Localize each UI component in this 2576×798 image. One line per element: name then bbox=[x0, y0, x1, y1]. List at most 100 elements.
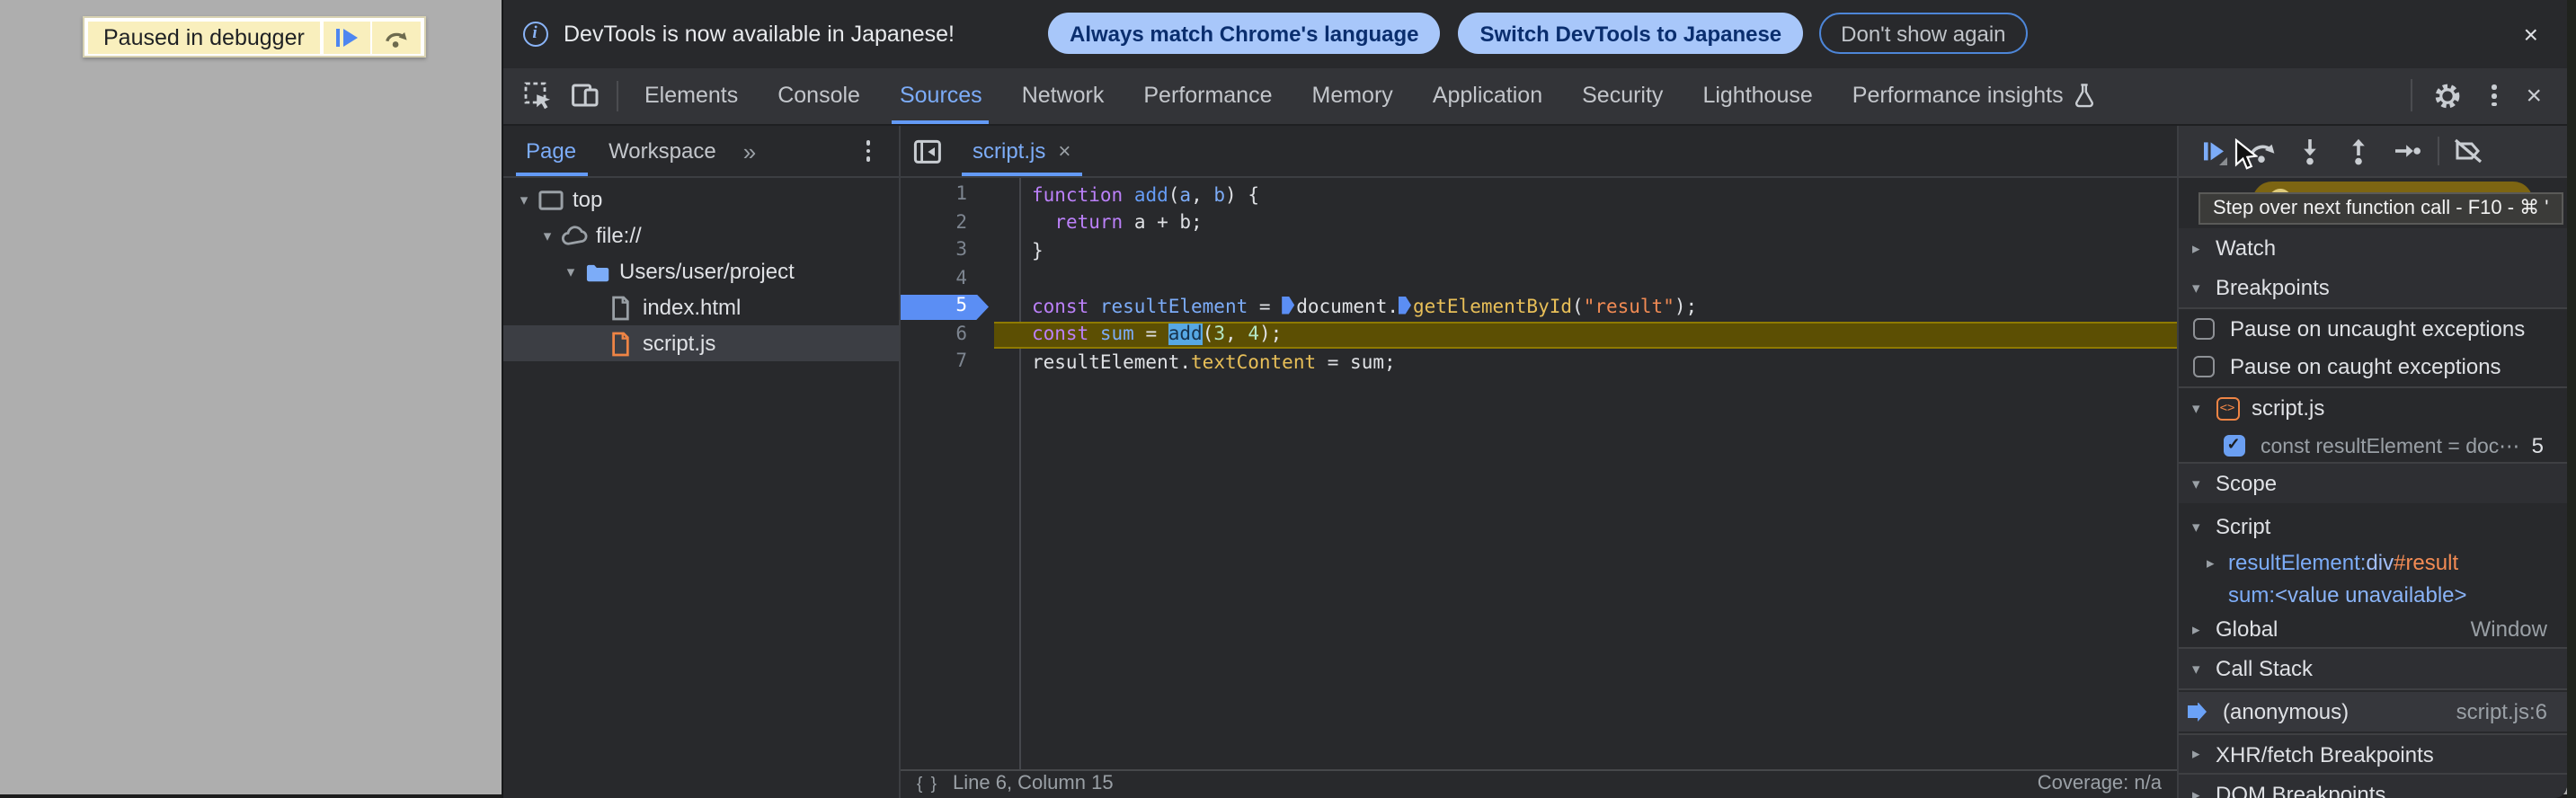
line-gutter[interactable]: 6 bbox=[901, 321, 1019, 349]
resume-button[interactable] bbox=[2189, 131, 2237, 171]
pause-option[interactable]: Pause on uncaught exceptions bbox=[2178, 309, 2567, 347]
infobar-action-button[interactable]: Always match Chrome's language bbox=[1048, 13, 1441, 55]
device-toolbar-button[interactable] bbox=[562, 67, 608, 124]
breakpoint-checkbox[interactable]: ✓ bbox=[2223, 434, 2244, 456]
line-source: resultElement.textContent = sum; bbox=[1019, 352, 1396, 374]
deactivate-breakpoints-button[interactable] bbox=[2444, 131, 2492, 171]
infobar-close-icon[interactable]: × bbox=[2517, 18, 2545, 50]
tree-item-top[interactable]: ▾ top bbox=[502, 182, 899, 217]
inspect-element-button[interactable] bbox=[515, 67, 562, 124]
expander-down-icon[interactable]: ▾ bbox=[513, 190, 535, 209]
pretty-print-icon[interactable]: { } bbox=[917, 775, 938, 794]
dont-show-again-button[interactable]: Don't show again bbox=[1819, 13, 2028, 55]
tab-workspace[interactable]: Workspace bbox=[592, 126, 733, 176]
code-line-1[interactable]: 1 function add(a, b) { bbox=[901, 182, 2176, 209]
breakpoint-marker[interactable] bbox=[901, 294, 989, 320]
section-dom-breakpoints[interactable]: ▸ DOM Breakpoints bbox=[2178, 775, 2567, 798]
inline-breakpoint-widget-icon[interactable] bbox=[1282, 296, 1295, 315]
divider bbox=[2178, 688, 2567, 690]
section-call-stack[interactable]: ▾ Call Stack bbox=[2178, 649, 2567, 688]
call-stack-frame[interactable]: (anonymous) script.js:6 bbox=[2178, 692, 2567, 732]
tab-network[interactable]: Network bbox=[1002, 67, 1124, 124]
breakpoint-group-scriptjs[interactable]: ▾ <> script.js bbox=[2178, 388, 2567, 428]
step-out-button[interactable] bbox=[2334, 131, 2383, 171]
line-gutter[interactable]: 7 bbox=[901, 349, 1019, 377]
code-line-4[interactable]: 4 bbox=[901, 265, 2176, 293]
scope-script-section[interactable]: ▾ Script bbox=[2178, 507, 2567, 546]
tab-performance-insights[interactable]: Performance insights bbox=[1833, 67, 2114, 124]
pause-option-checkbox[interactable] bbox=[2192, 317, 2214, 339]
editor-tab-close-icon[interactable]: × bbox=[1058, 138, 1070, 164]
section-xhr-breakpoints[interactable]: ▸ XHR/fetch Breakpoints bbox=[2178, 735, 2567, 773]
tree-item-script-js[interactable]: script.js bbox=[502, 325, 899, 361]
chevron-right-icon: ▸ bbox=[2192, 785, 2200, 798]
tab-security[interactable]: Security bbox=[1562, 67, 1683, 124]
settings-gear-icon[interactable] bbox=[2423, 81, 2470, 111]
tab-console[interactable]: Console bbox=[758, 67, 880, 124]
inline-breakpoint-widget-icon[interactable] bbox=[1399, 296, 1411, 315]
token-keyword: return bbox=[1054, 212, 1134, 235]
expander-down-icon[interactable]: ▾ bbox=[560, 262, 582, 281]
editor-tab-scriptjs[interactable]: script.js × bbox=[955, 126, 1088, 176]
expander-down-icon[interactable]: ▾ bbox=[537, 226, 558, 245]
debugger-sidebar: ▸ Watch ▾ Breakpoints Pause on uncaught … bbox=[2176, 126, 2567, 798]
watch-label: Watch bbox=[2216, 235, 2277, 261]
code-line-3[interactable]: 3} bbox=[901, 237, 2176, 265]
toggle-navigator-icon[interactable] bbox=[901, 126, 955, 176]
devtools-window: i DevTools is now available in Japanese!… bbox=[501, 0, 2567, 798]
scope-global-section[interactable]: ▸ Global Window bbox=[2178, 611, 2567, 647]
tab-elements[interactable]: Elements bbox=[625, 67, 758, 124]
line-gutter[interactable]: 4 bbox=[901, 265, 1019, 293]
section-watch[interactable]: ▸ Watch bbox=[2178, 228, 2567, 268]
code-line-2[interactable]: 2 return a + b; bbox=[901, 209, 2176, 237]
tab-sources[interactable]: Sources bbox=[880, 67, 1002, 124]
code-line-5[interactable]: 5 const resultElement = document. getEleme… bbox=[901, 293, 2176, 321]
variable-value-node-tag: div bbox=[2366, 550, 2394, 575]
devtools-close-icon[interactable]: × bbox=[2517, 83, 2551, 110]
more-options-kebab-icon[interactable] bbox=[2477, 82, 2509, 111]
step-button[interactable] bbox=[2383, 131, 2431, 171]
scope-label: Scope bbox=[2216, 471, 2278, 496]
step-over-toast-button[interactable] bbox=[372, 21, 422, 53]
tree-item-index-html[interactable]: index.html bbox=[502, 289, 899, 325]
tab-memory[interactable]: Memory bbox=[1292, 67, 1413, 124]
scope-variable-sum[interactable]: sum: <value unavailable> bbox=[2178, 579, 2567, 611]
infobar-action-button[interactable]: Switch DevTools to Japanese bbox=[1458, 13, 1804, 55]
chevron-down-icon: ▾ bbox=[2192, 659, 2200, 677]
pause-option-label: Pause on caught exceptions bbox=[2230, 353, 2501, 378]
navigator-more-options-icon[interactable] bbox=[852, 137, 884, 165]
breakpoint-entry[interactable]: ✓ const resultElement = doc⋯ 5 bbox=[2178, 428, 2567, 462]
step-into-button[interactable] bbox=[2286, 131, 2334, 171]
section-scope[interactable]: ▾ Scope bbox=[2178, 464, 2567, 503]
tab-lighthouse[interactable]: Lighthouse bbox=[1683, 67, 1832, 124]
section-breakpoints[interactable]: ▾ Breakpoints bbox=[2178, 268, 2567, 307]
pause-option-checkbox[interactable] bbox=[2192, 355, 2214, 377]
line-gutter[interactable]: 5 bbox=[901, 293, 1019, 321]
tree-item-label: index.html bbox=[643, 295, 742, 320]
token-plain: a + b; bbox=[1133, 212, 1203, 235]
line-gutter[interactable]: 2 bbox=[901, 209, 1019, 237]
tree-item-file-[interactable]: ▾ file:// bbox=[502, 217, 899, 253]
token-plain: document. bbox=[1296, 296, 1399, 318]
more-tabs-chevron[interactable]: » bbox=[733, 126, 767, 176]
variable-value-unavail: <value unavailable> bbox=[2275, 582, 2467, 607]
paused-toast-label-segment: Paused in debugger bbox=[87, 21, 321, 53]
expander-right-icon[interactable]: ▸ bbox=[2207, 553, 2228, 572]
tab-label: Network bbox=[1021, 83, 1105, 109]
editor-status-bar: { } Line 6, Column 15 Coverage: n/a bbox=[901, 768, 2176, 798]
code-line-6[interactable]: 6 const sum = add(3, 4); bbox=[901, 321, 2176, 349]
tab-application[interactable]: Application bbox=[1413, 67, 1562, 124]
toolbar-separator bbox=[2411, 79, 2413, 112]
tree-item-users-user-project[interactable]: ▾ Users/user/project bbox=[502, 253, 899, 289]
line-gutter[interactable]: 3 bbox=[901, 237, 1019, 265]
tab-performance[interactable]: Performance bbox=[1124, 67, 1292, 124]
tree-item-label: Users/user/project bbox=[619, 259, 795, 284]
breakpoint-line-number: 5 bbox=[2531, 432, 2544, 457]
code-editor[interactable]: 1 function add(a, b) {2 return a + b; 3} 4 5… bbox=[901, 178, 2176, 768]
tab-page[interactable]: Page bbox=[510, 126, 592, 176]
pause-option[interactable]: Pause on caught exceptions bbox=[2178, 347, 2567, 385]
scope-variable-resultElement[interactable]: ▸ resultElement: div #result bbox=[2178, 546, 2567, 579]
resume-script-button[interactable] bbox=[323, 21, 370, 53]
code-line-7[interactable]: 7 resultElement.textContent = sum; bbox=[901, 349, 2176, 377]
line-gutter[interactable]: 1 bbox=[901, 182, 1019, 209]
